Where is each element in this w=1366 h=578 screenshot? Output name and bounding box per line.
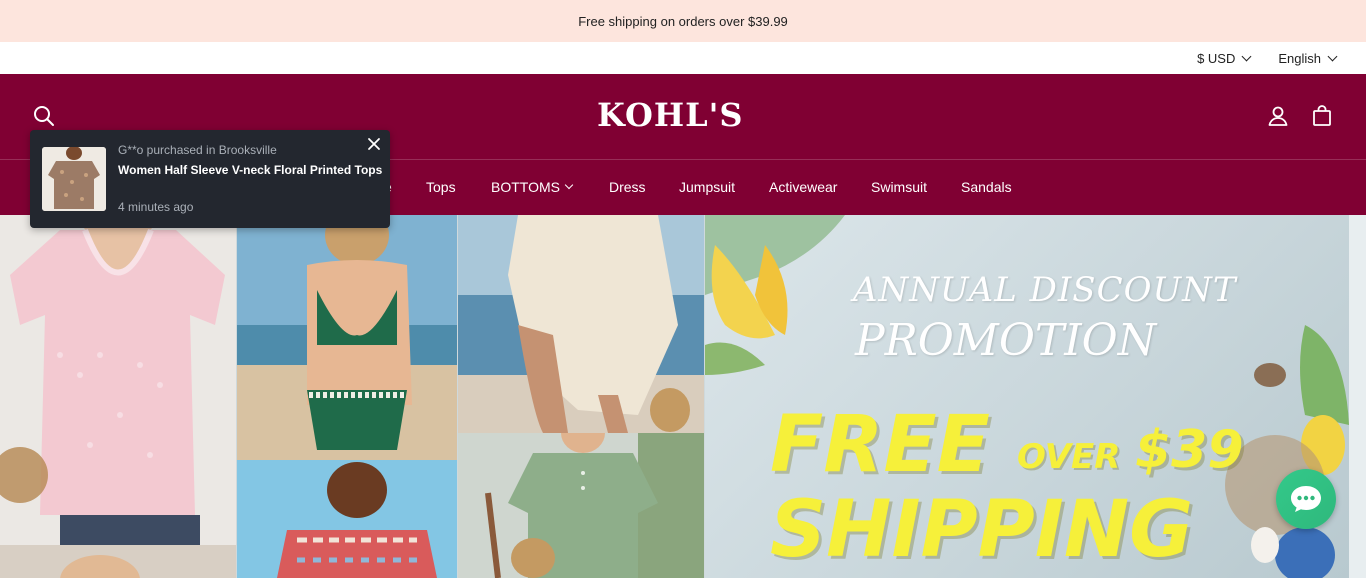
product-image-green-top[interactable] — [458, 433, 704, 578]
nav-item-dress[interactable]: Dress — [609, 179, 646, 195]
product-image-pink-top[interactable] — [0, 215, 236, 545]
popup-time-ago: 4 minutes ago — [118, 200, 194, 214]
banner-headline: ANNUAL DISCOUNT — [853, 270, 1237, 310]
product-image-green-bikini[interactable] — [237, 215, 457, 460]
product-image-red-cover-up[interactable] — [237, 460, 457, 578]
popup-buyer-location: G**o purchased in Brooksville — [118, 143, 277, 157]
user-icon[interactable] — [1266, 104, 1290, 128]
nav-item-label: BOTTOMS — [491, 179, 560, 195]
nav-item-jumpsuit[interactable]: Jumpsuit — [679, 179, 735, 195]
nav-item-activewear[interactable]: Activewear — [769, 179, 837, 195]
product-image-beige-cover-up[interactable] — [458, 215, 704, 433]
nav-item-label: Activewear — [769, 179, 838, 195]
hero-section: ANNUAL DISCOUNT PROMOTION FREE OVER $39 … — [0, 215, 1366, 578]
nav-item-sandals[interactable]: Sandals — [961, 179, 1012, 195]
product-image-bottom[interactable] — [0, 545, 236, 578]
chat-bubble-icon — [1291, 486, 1321, 512]
currency-selector[interactable]: $ USD — [1197, 50, 1252, 66]
nav-item-label: Tops — [426, 179, 456, 195]
search-icon[interactable] — [32, 104, 56, 128]
language-selector[interactable]: English — [1278, 50, 1338, 66]
nav-item-label: Dress — [609, 179, 646, 195]
popup-product-thumbnail[interactable] — [42, 147, 106, 211]
banner-free-text: FREE — [770, 400, 990, 490]
nav-item-bottoms[interactable]: BOTTOMS — [491, 179, 574, 195]
site-logo[interactable]: KOHL'S — [597, 96, 743, 134]
chevron-down-icon — [1241, 51, 1252, 61]
nav-item-label: Sandals — [961, 179, 1012, 195]
promo-banner[interactable]: ANNUAL DISCOUNT PROMOTION FREE OVER $39 … — [705, 215, 1349, 578]
chevron-down-icon — [1327, 51, 1338, 61]
page-edge-strip — [1349, 215, 1366, 578]
shopping-bag-icon[interactable] — [1310, 104, 1334, 128]
nav-item-tops[interactable]: Tops — [426, 179, 456, 195]
currency-label: $ USD — [1197, 50, 1236, 66]
announcement-text: Free shipping on orders over $39.99 — [578, 13, 788, 29]
announcement-bar: Free shipping on orders over $39.99 — [0, 0, 1366, 42]
utility-bar: $ USD English — [0, 42, 1366, 74]
close-icon[interactable] — [366, 136, 382, 152]
banner-shipping-text: SHIPPING — [770, 485, 1194, 575]
nav-item-swimsuit[interactable]: Swimsuit — [871, 179, 927, 195]
nav-item-label: Jumpsuit — [679, 179, 736, 195]
popup-product-name[interactable]: Women Half Sleeve V-neck Floral Printed … — [118, 163, 382, 177]
chevron-down-icon — [564, 180, 574, 190]
chat-button[interactable] — [1276, 469, 1336, 529]
banner-amount-text: $39 — [1135, 420, 1244, 480]
banner-subheadline: PROMOTION — [855, 315, 1157, 366]
recent-purchase-popup[interactable]: G**o purchased in Brooksville Women Half… — [30, 130, 390, 228]
nav-item-label: Swimsuit — [871, 179, 928, 195]
language-label: English — [1278, 50, 1321, 66]
banner-over-text: OVER — [1017, 437, 1121, 477]
